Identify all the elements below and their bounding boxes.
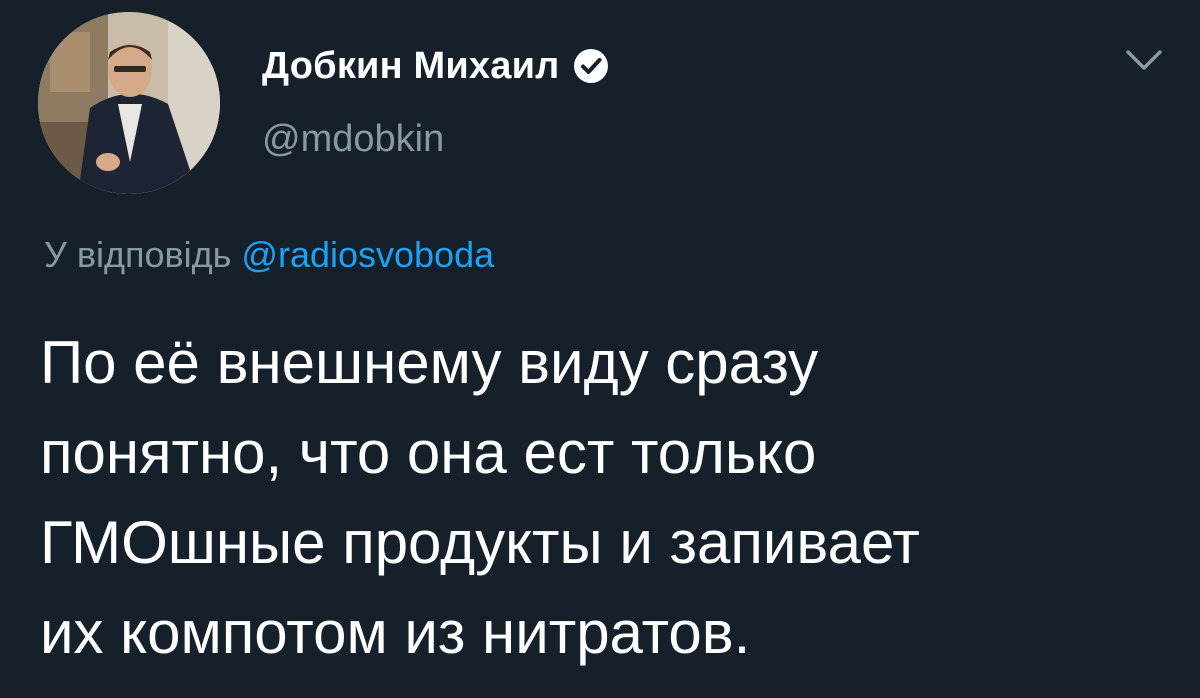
tweet-text-line: их компотом из нитратов. <box>40 599 751 666</box>
tweet-text-line: По её внешнему виду сразу <box>40 329 819 396</box>
tweet-card: Добкин Михаил @mdobkin У відповідь @radi… <box>0 0 1200 698</box>
reply-context: У відповідь @radiosvoboda <box>44 234 494 276</box>
tweet-text-line: ГМОшные продукты и запивает <box>40 509 920 576</box>
chevron-down-icon[interactable] <box>1120 40 1168 80</box>
avatar[interactable] <box>38 12 220 194</box>
verified-badge-icon <box>572 47 610 85</box>
author-display-name[interactable]: Добкин Михаил <box>262 45 560 88</box>
author-handle[interactable]: @mdobkin <box>262 118 444 161</box>
reply-mention-link[interactable]: @radiosvoboda <box>241 234 494 275</box>
author-name-row[interactable]: Добкин Михаил <box>262 40 610 92</box>
tweet-text-line: понятно, что она ест только <box>40 419 817 486</box>
avatar-photo <box>38 12 220 194</box>
tweet-text: По её внешнему виду сразу понятно, что о… <box>40 318 1180 678</box>
reply-prefix: У відповідь <box>44 234 232 275</box>
